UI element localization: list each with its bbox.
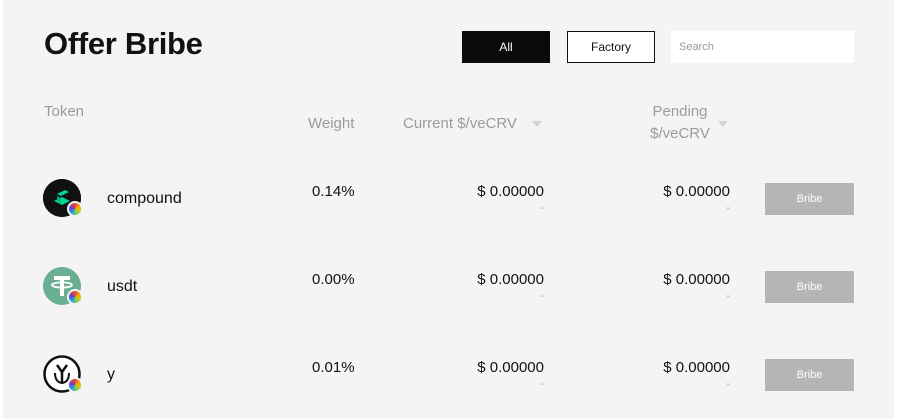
- current-value: $ 0.00000: [477, 359, 544, 376]
- pending-value: $ 0.00000: [663, 183, 730, 200]
- pending-sub-value: -: [726, 203, 730, 214]
- column-header-current[interactable]: Current $/veCRV: [403, 113, 517, 135]
- curve-badge-icon: [67, 201, 83, 217]
- table-row: y 0.01% $ 0.00000 - $ 0.00000 - Bribe: [3, 353, 894, 413]
- usdt-token-icon: [43, 267, 83, 305]
- pending-sub-value: -: [726, 379, 730, 390]
- curve-badge-icon: [67, 289, 83, 305]
- bribe-button[interactable]: Bribe: [765, 359, 854, 391]
- current-sub-value: -: [540, 203, 544, 214]
- current-sub-value: -: [540, 291, 544, 302]
- sort-caret-icon[interactable]: [532, 121, 542, 127]
- search-input[interactable]: [671, 31, 854, 63]
- pending-value: $ 0.00000: [663, 271, 730, 288]
- column-header-pending-line1: Pending: [652, 103, 708, 120]
- token-name: usdt: [107, 278, 138, 295]
- weight-value: 0.14%: [312, 183, 355, 200]
- pending-sub-value: -: [726, 291, 730, 302]
- column-header-pending-line2: $/veCRV: [650, 125, 710, 142]
- bribe-button[interactable]: Bribe: [765, 183, 854, 215]
- current-value: $ 0.00000: [477, 271, 544, 288]
- column-header-pending[interactable]: Pending $/veCRV: [647, 101, 713, 145]
- column-header-weight[interactable]: Weight: [308, 113, 354, 135]
- curve-badge-icon: [67, 377, 83, 393]
- compound-token-icon: [43, 179, 83, 217]
- column-header-token: Token: [44, 103, 85, 120]
- current-value: $ 0.00000: [477, 183, 544, 200]
- page-title: Offer Bribe: [44, 26, 203, 61]
- pending-value: $ 0.00000: [663, 359, 730, 376]
- bribe-button[interactable]: Bribe: [765, 271, 854, 303]
- offer-bribe-panel: Offer Bribe All Factory Token Weight Cur…: [3, 0, 894, 419]
- sort-caret-icon[interactable]: [718, 121, 728, 127]
- token-name: compound: [107, 190, 182, 207]
- filter-all-button[interactable]: All: [462, 31, 550, 63]
- current-sub-value: -: [540, 379, 544, 390]
- yearn-token-icon: [43, 355, 83, 393]
- table-row: usdt 0.00% $ 0.00000 - $ 0.00000 - Bribe: [3, 265, 894, 325]
- weight-value: 0.01%: [312, 359, 355, 376]
- table-row: compound 0.14% $ 0.00000 - $ 0.00000 - B…: [3, 177, 894, 237]
- filter-factory-button[interactable]: Factory: [567, 31, 655, 63]
- token-name: y: [107, 366, 115, 383]
- weight-value: 0.00%: [312, 271, 355, 288]
